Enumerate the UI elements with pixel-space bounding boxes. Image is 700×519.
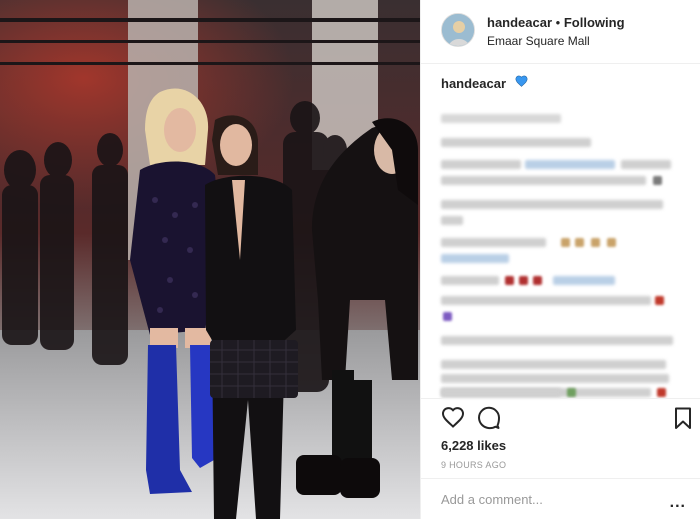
blurred-comment [441,388,561,397]
comment-icon[interactable] [477,406,501,430]
blurred-emoji [575,238,584,248]
caption-username[interactable]: handeacar [441,76,506,91]
blurred-emoji [567,388,576,397]
blurred-emoji [533,276,542,286]
blurred-comments [441,92,681,402]
photo-illustration [0,0,420,519]
blurred-comment [441,200,663,210]
blurred-emoji [657,388,666,398]
more-options-button[interactable]: ... [670,494,686,512]
caption: handeacar [441,74,681,402]
header-username[interactable]: handeacar [487,15,552,30]
avatar-image [442,14,474,46]
blurred-comment [441,276,499,286]
caption-header: handeacar [441,74,681,92]
comment-input[interactable] [441,492,661,507]
post-photo [0,0,420,519]
comment-box [441,491,681,509]
post-timestamp: 9 HOURS AGO [441,460,507,470]
post-sidebar: handeacar • Following Emaar Square Mall … [420,0,700,519]
header-user-line: handeacar • Following [487,15,625,30]
heart-icon[interactable] [441,406,465,430]
avatar[interactable] [441,13,475,47]
blurred-emoji [519,276,528,286]
blurred-emoji [653,176,662,186]
bookmark-icon[interactable] [671,406,695,430]
blurred-comment [441,160,521,170]
blurred-emoji [505,276,514,286]
blurred-emoji [443,312,452,322]
blurred-comment [525,160,615,170]
verified-heart-icon [515,74,528,92]
blurred-comment [553,276,615,286]
blurred-emoji [561,238,570,248]
blurred-comment [441,296,651,306]
action-bar [421,398,700,438]
blurred-emoji [607,238,616,248]
blurred-comment [621,160,671,170]
blurred-comment [441,114,561,124]
blurred-comment [441,374,669,384]
location-link[interactable]: Emaar Square Mall [487,34,590,48]
more-options-icon: ... [669,494,686,511]
divider [421,478,700,479]
header-separator: • [555,15,561,30]
blurred-emoji [591,238,600,248]
blurred-comment [441,216,463,226]
post-header: handeacar • Following Emaar Square Mall [421,0,700,64]
blurred-emoji [655,296,664,306]
blurred-comment [441,254,509,264]
likes-count[interactable]: 6,228 likes [441,438,506,453]
blurred-comment [441,336,673,346]
blurred-comment [441,238,546,248]
blurred-comment [441,138,591,148]
blurred-comment [441,176,646,186]
blurred-comment [441,360,666,370]
following-button[interactable]: Following [564,15,625,30]
